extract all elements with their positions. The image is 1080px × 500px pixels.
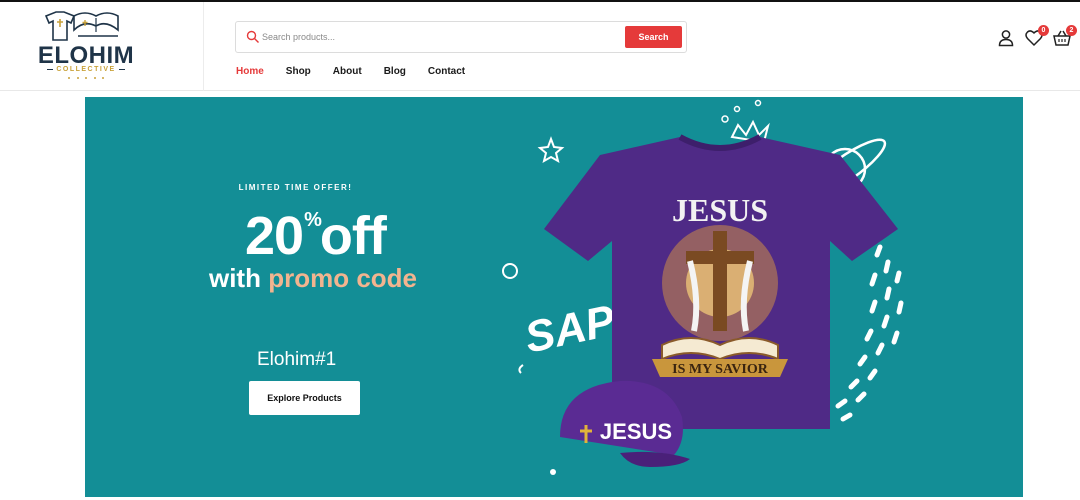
search-icon (246, 30, 259, 43)
promo-line-prefix: with (208, 263, 261, 293)
promo-code: Elohim#1 (257, 349, 337, 370)
nav-item-contact[interactable]: Contact (428, 66, 465, 77)
hero-promo-line: with promo code (85, 263, 541, 294)
explore-products-button[interactable]: Explore Products (249, 381, 360, 415)
site-header: ELOHIM COLLECTIVE Search Home Shop About… (0, 2, 1080, 91)
hero-banner: SAP LIMITED TIME OFFER! 20%off with prom… (85, 97, 1023, 497)
discount-word: off (319, 206, 387, 266)
cap-text: JESUS (600, 419, 672, 444)
main-nav: Home Shop About Blog Contact (236, 66, 487, 77)
nav-item-shop[interactable]: Shop (286, 66, 311, 77)
nav-item-home[interactable]: Home (236, 66, 264, 77)
brand-logo[interactable]: ELOHIM COLLECTIVE (0, 2, 204, 91)
discount-percent: % (304, 209, 322, 231)
cap-product-image[interactable]: JESUS (550, 377, 695, 469)
shirt-text-top: JESUS (672, 192, 768, 228)
search-button[interactable]: Search (625, 26, 682, 48)
logo-emblem-icon (44, 11, 119, 41)
hero-kicker: LIMITED TIME OFFER! (238, 183, 353, 192)
nav-item-blog[interactable]: Blog (384, 66, 406, 77)
wishlist-count-badge: 0 (1038, 25, 1049, 36)
shirt-text-banner: IS MY SAVIOR (672, 362, 769, 377)
search-bar: Search (235, 21, 687, 53)
promo-line-highlight: promo code (268, 263, 418, 293)
cart-count-badge: 2 (1066, 25, 1077, 36)
brand-tagline: COLLECTIVE (44, 66, 128, 73)
hero-discount: 20%off (245, 205, 387, 267)
search-input[interactable] (262, 26, 622, 48)
discount-number: 20 (245, 206, 304, 266)
nav-item-about[interactable]: About (333, 66, 362, 77)
user-icon[interactable] (996, 28, 1016, 48)
logo-dots (68, 77, 104, 80)
